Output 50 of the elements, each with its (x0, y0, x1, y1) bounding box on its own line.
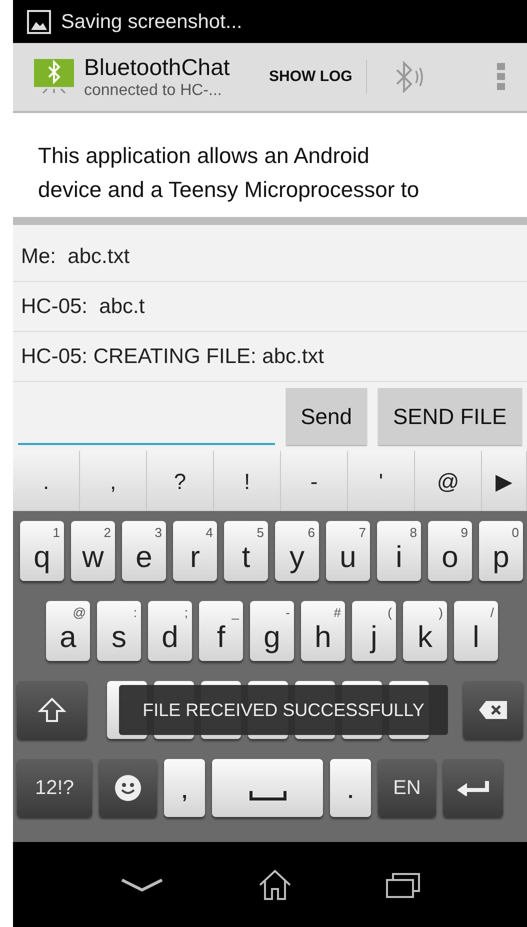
keyboard-key[interactable]: ) k (403, 601, 447, 661)
keyboard-key[interactable]: 0 p (479, 521, 523, 581)
more-icon (497, 63, 505, 91)
chat-message: HC-05: CREATING FILE: abc.txt (21, 344, 324, 370)
home-icon[interactable] (258, 868, 292, 900)
keyboard-key[interactable]: / l (454, 601, 498, 661)
emoji-key[interactable] (99, 759, 157, 817)
keyboard-key[interactable]: 6 y (275, 521, 319, 581)
notification-text: Saving screenshot... (61, 10, 242, 34)
intro-text: This application allows an Android (38, 142, 370, 170)
keyboard-key[interactable]: 4 r (173, 521, 217, 581)
keyboard-key[interactable]: 3 e (122, 521, 166, 581)
app-title: BluetoothChat (84, 53, 231, 81)
keyboard-key[interactable]: 12!? (17, 759, 92, 817)
space-icon (248, 791, 286, 801)
keyboard-key[interactable]: . (330, 759, 371, 817)
keyboard-key[interactable]: 1 q (20, 521, 64, 581)
keyboard-key[interactable]: - g (250, 601, 294, 661)
smiley-icon (115, 775, 141, 801)
send-file-button[interactable]: SEND FILE (378, 388, 522, 445)
keyboard-key[interactable]: 2 w (71, 521, 115, 581)
keyboard-key[interactable]: 5 t (224, 521, 268, 581)
recent-apps-icon[interactable] (386, 872, 420, 898)
chevron-down-icon[interactable] (120, 876, 164, 892)
keyboard-key[interactable]: 9 o (428, 521, 472, 581)
space-key[interactable] (212, 759, 323, 817)
shift-key[interactable] (17, 681, 87, 739)
chat-message: Me: abc.txt (21, 244, 130, 270)
chat-message: HC-05: abc.t (21, 294, 145, 320)
intro-text: device and a Teensy Microprocessor to (38, 176, 420, 204)
keyboard-key[interactable]: 8 i (377, 521, 421, 581)
keyboard-key[interactable]: _ f (199, 601, 243, 661)
keyboard-key[interactable]: ; d (148, 601, 192, 661)
app-subtitle: connected to HC-... (84, 81, 223, 101)
keyboard-key[interactable]: , (164, 759, 205, 817)
show-log-button[interactable]: SHOW LOG (259, 57, 362, 97)
keyboard-key[interactable]: # h (301, 601, 345, 661)
keyboard-key[interactable]: ( j (352, 601, 396, 661)
enter-key[interactable] (443, 759, 503, 817)
keyboard-key[interactable]: 7 u (326, 521, 370, 581)
send-button[interactable]: Send (286, 388, 367, 445)
keyboard-key[interactable]: @ a (46, 601, 90, 661)
toast-text: FILE RECEIVED SUCCESSFULLY (142, 698, 424, 722)
backspace-icon (478, 700, 508, 720)
shift-icon (38, 697, 66, 723)
backspace-key[interactable] (463, 681, 523, 739)
picture-icon (27, 10, 51, 34)
enter-icon (457, 780, 489, 796)
keyboard-key[interactable]: : s (97, 601, 141, 661)
keyboard-key[interactable]: EN (378, 759, 436, 817)
